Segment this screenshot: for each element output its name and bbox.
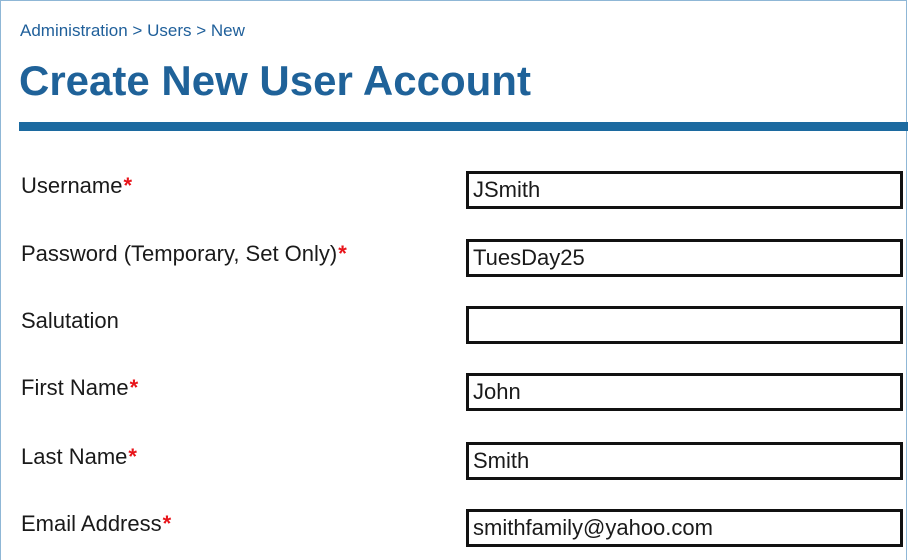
required-indicator: * bbox=[128, 444, 137, 469]
username-label: Username* bbox=[21, 173, 133, 198]
first-name-row: First Name* bbox=[19, 373, 908, 419]
salutation-field[interactable] bbox=[466, 306, 903, 344]
email-field[interactable] bbox=[466, 509, 903, 547]
title-divider bbox=[19, 122, 908, 131]
password-row: Password (Temporary, Set Only)* bbox=[19, 239, 908, 285]
breadcrumb: Administration > Users > New bbox=[20, 21, 245, 40]
form-panel: Administration > Users > New Create New … bbox=[0, 0, 908, 560]
first-name-label: First Name* bbox=[21, 375, 139, 400]
required-indicator: * bbox=[338, 241, 347, 266]
salutation-row: Salutation bbox=[19, 306, 908, 352]
page-title: Create New User Account bbox=[19, 57, 531, 104]
last-name-row: Last Name* bbox=[19, 442, 908, 488]
password-field[interactable] bbox=[466, 239, 903, 277]
last-name-label: Last Name* bbox=[21, 444, 137, 469]
required-indicator: * bbox=[123, 173, 133, 198]
username-row: Username* bbox=[19, 171, 908, 217]
required-indicator: * bbox=[129, 375, 139, 400]
first-name-field[interactable] bbox=[466, 373, 903, 411]
salutation-label: Salutation bbox=[21, 308, 119, 333]
password-label: Password (Temporary, Set Only)* bbox=[21, 241, 347, 266]
email-label: Email Address* bbox=[21, 511, 172, 536]
required-indicator: * bbox=[162, 511, 172, 536]
username-field[interactable] bbox=[466, 171, 903, 209]
last-name-field[interactable] bbox=[466, 442, 903, 480]
email-row: Email Address* bbox=[19, 509, 908, 555]
